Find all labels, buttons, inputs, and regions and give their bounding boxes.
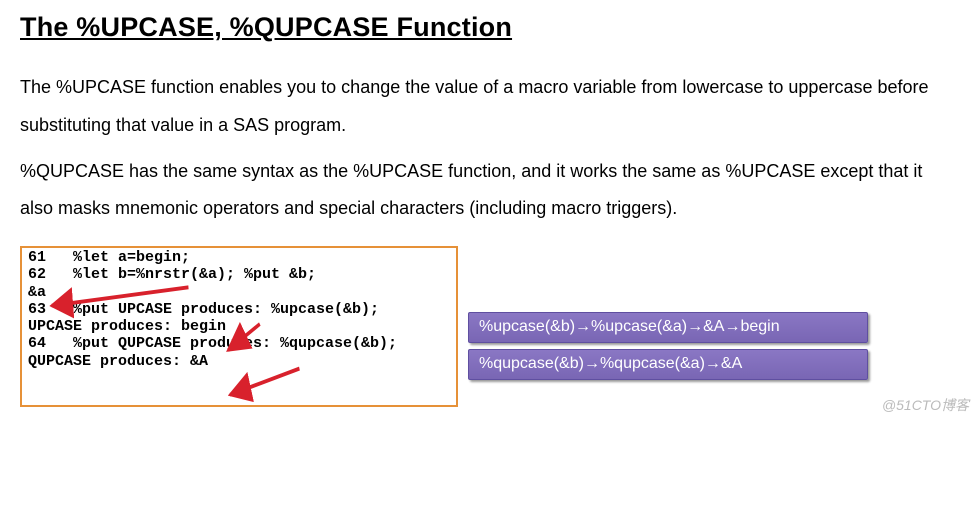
log-line: 61 %let a=begin; bbox=[28, 249, 190, 266]
paragraph-1: The %UPCASE function enables you to chan… bbox=[20, 69, 959, 145]
callout-qupcase: %qupcase(&b)→%qupcase(&a)→&A bbox=[468, 349, 868, 380]
paragraph-2: %QUPCASE has the same syntax as the %UPC… bbox=[20, 153, 959, 229]
example-row: 61 %let a=begin; 62 %let b=%nrstr(&a); %… bbox=[20, 246, 959, 407]
page-title: The %UPCASE, %QUPCASE Function bbox=[20, 12, 959, 43]
log-line: UPCASE produces: begin bbox=[28, 318, 226, 335]
sas-log-box: 61 %let a=begin; 62 %let b=%nrstr(&a); %… bbox=[20, 246, 458, 407]
log-line: QUPCASE produces: &A bbox=[28, 353, 208, 370]
log-line: &a bbox=[28, 284, 46, 301]
log-line: 63 %put UPCASE produces: %upcase(&b); bbox=[28, 301, 379, 318]
watermark: @51CTO博客 bbox=[882, 395, 969, 415]
log-line: 64 %put QUPCASE produces: %qupcase(&b); bbox=[28, 335, 397, 352]
log-line: 62 %let b=%nrstr(&a); %put &b; bbox=[28, 266, 316, 283]
callout-upcase: %upcase(&b)→%upcase(&a)→&A→begin bbox=[468, 312, 868, 343]
callout-column: %upcase(&b)→%upcase(&a)→&A→begin %qupcas… bbox=[468, 312, 868, 380]
